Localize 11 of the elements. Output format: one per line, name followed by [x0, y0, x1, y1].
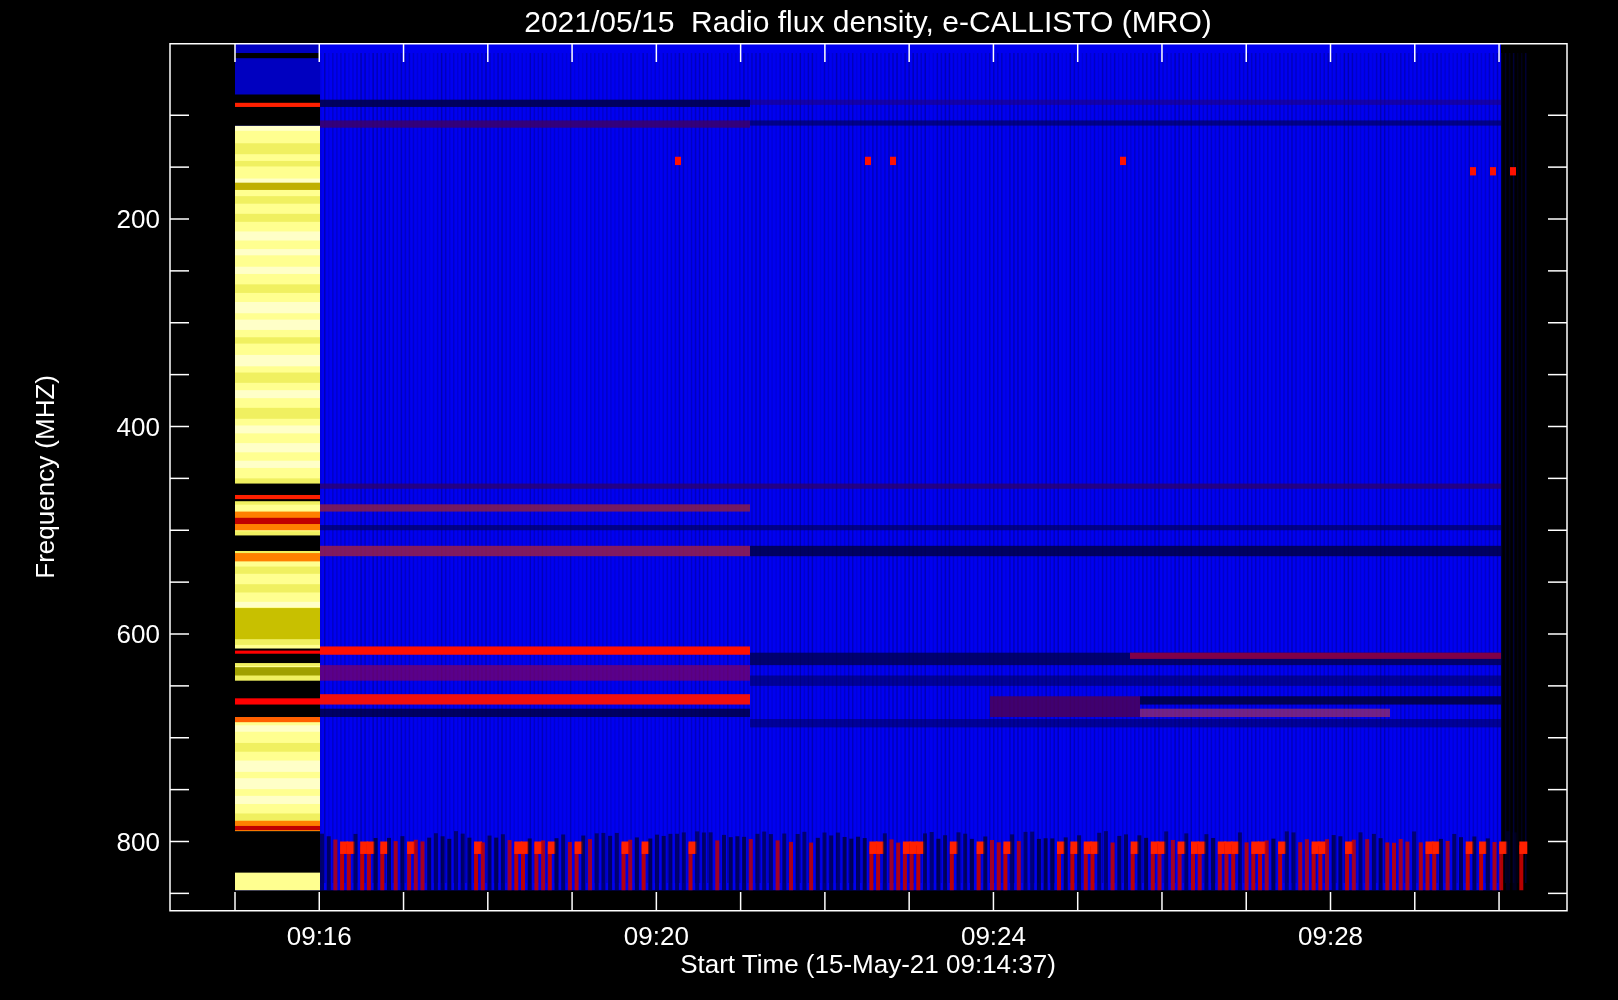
- x-tick-label: 09:24: [960, 921, 1026, 951]
- y-tick-label: 600: [116, 619, 160, 649]
- y-tick-label: 200: [116, 204, 160, 234]
- x-tick-label: 09:20: [623, 921, 689, 951]
- y-tick-label: 800: [116, 826, 160, 857]
- chart-title: 2021/05/15 Radio flux density, e-CALLISTO (MRO): [524, 7, 1212, 40]
- x-axis-label: Start Time (15-May-21 09:14:37): [680, 951, 1056, 977]
- x-tick-label: 09:16: [286, 921, 352, 951]
- y-axis-label: Frequency (MHZ): [32, 375, 58, 579]
- y-tick-label: 400: [116, 411, 160, 442]
- x-tick-label: 09:28: [1298, 921, 1364, 951]
